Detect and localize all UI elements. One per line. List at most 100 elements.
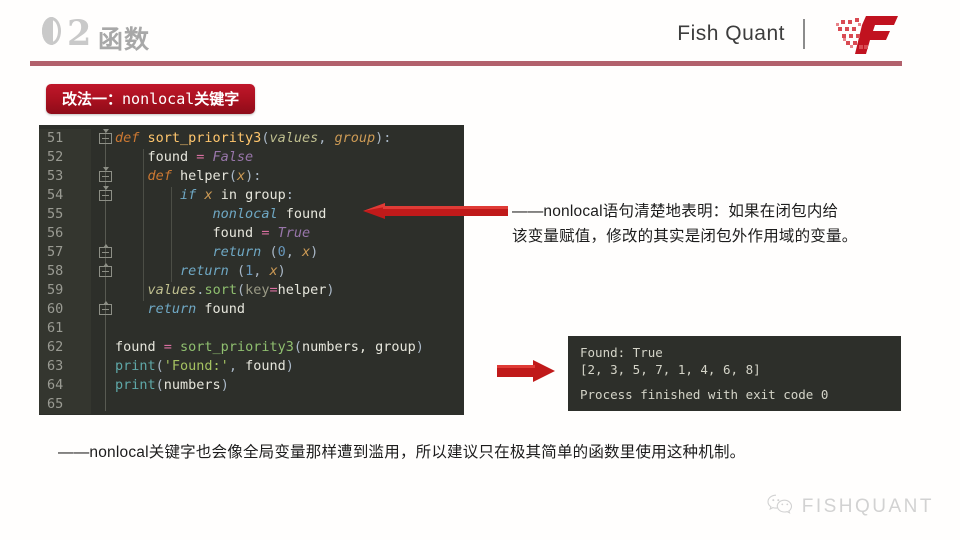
code-token: 0	[277, 244, 286, 260]
code-line-text: found = sort_priority3(numbers, group)	[115, 338, 424, 357]
code-line: 56 found = True	[39, 224, 464, 243]
section-number: 2	[42, 14, 92, 54]
code-token: return	[180, 263, 237, 279]
code-token: (	[228, 168, 237, 184]
code-token: (	[236, 263, 246, 279]
code-line-text: print('Found:', found)	[115, 357, 294, 376]
code-line-number: 60	[47, 301, 64, 317]
tag-keyword: nonlocal	[122, 90, 195, 108]
code-token: in	[220, 187, 246, 203]
wechat-icon	[766, 492, 794, 521]
code-line: 52 found = False	[39, 148, 464, 167]
code-token: (	[293, 339, 302, 355]
code-fold-collapse-icon[interactable]	[99, 167, 112, 182]
code-line-text: found = True	[115, 224, 311, 243]
slide-header: 2 函数 Fish Quant	[0, 0, 960, 66]
code-token: nonlocal	[212, 206, 286, 222]
annotation-arrow-left-icon	[363, 203, 508, 219]
footer-wechat-credit: FISHQUANT	[766, 492, 934, 521]
code-line-number: 53	[47, 168, 64, 184]
code-token: values	[147, 282, 197, 298]
code-line-number: 63	[47, 358, 64, 374]
code-token: )	[277, 263, 286, 279]
code-token: return	[212, 244, 270, 260]
code-line-number: 57	[47, 244, 64, 260]
code-token: ):	[375, 130, 392, 146]
code-line-text: def helper(x):	[115, 167, 262, 186]
code-line-number: 52	[47, 149, 64, 165]
code-token: key	[245, 282, 270, 298]
code-editor-block: 51 def sort_priority3(values, group): 52 f…	[39, 125, 464, 415]
code-token: sort_priority3	[147, 130, 262, 146]
code-token: helper	[277, 282, 327, 298]
code-token: ,	[228, 358, 246, 374]
code-token: False	[212, 149, 254, 165]
code-token: (	[236, 282, 246, 298]
code-token: 'Found:'	[163, 358, 229, 374]
code-line-number: 54	[47, 187, 64, 203]
indent-guide	[171, 187, 172, 282]
indent-guide	[143, 149, 144, 301]
code-token: numbers, group	[301, 339, 416, 355]
code-fold-end-icon[interactable]	[99, 301, 112, 315]
code-token: found	[115, 149, 197, 165]
code-line-text: print(numbers)	[115, 376, 229, 395]
code-fold-end-icon[interactable]	[99, 244, 112, 258]
code-fold-collapse-icon[interactable]	[99, 186, 112, 201]
code-token: x	[302, 244, 311, 260]
code-line-number: 61	[47, 320, 64, 336]
code-token: ):	[245, 168, 262, 184]
code-token: sort	[204, 282, 237, 298]
code-token: def	[115, 130, 148, 146]
code-token: x	[269, 263, 278, 279]
annotation-note-bottom: ——nonlocal关键字也会像全局变量那样遭到滥用，所以建议只在极其简单的函数…	[58, 444, 746, 461]
section-number-text: 2	[67, 13, 93, 54]
code-token: group	[334, 130, 376, 146]
header-divider-rule	[30, 61, 902, 66]
code-fold-end-icon[interactable]	[99, 263, 112, 277]
code-token: ,	[285, 244, 302, 260]
code-line-text: found = False	[115, 148, 254, 167]
code-token: 1	[245, 263, 254, 279]
code-line-number: 64	[47, 377, 64, 393]
code-line-number: 56	[47, 225, 64, 241]
brand-name: Fish Quant	[677, 22, 785, 45]
code-token: (	[155, 377, 164, 393]
code-token: =	[196, 149, 213, 165]
code-line-number: 65	[47, 396, 64, 412]
slide-canvas: 2 函数 Fish Quant 改法一：nonlocal关键字 51 def s…	[0, 0, 960, 540]
code-token: =	[261, 225, 278, 241]
code-token: =	[163, 339, 181, 355]
code-line-text: values.sort(key=helper)	[115, 281, 335, 300]
code-line-number: 55	[47, 206, 64, 222]
code-line-text: return found	[115, 300, 246, 319]
fishquant-f-logo-icon	[836, 14, 902, 56]
code-line-number: 62	[47, 339, 64, 355]
code-token: print	[115, 377, 156, 393]
code-token: ,	[253, 263, 270, 279]
code-token: x	[236, 168, 246, 184]
code-token: return	[147, 301, 205, 317]
tag-prefix: 改法一：	[62, 91, 123, 108]
annotation-arrow-right-icon	[497, 360, 557, 382]
console-line-exit: Process finished with exit code 0	[580, 387, 829, 402]
code-line: 62 found = sort_priority3(numbers, group)	[39, 338, 464, 357]
code-token: (	[269, 244, 278, 260]
annotation-note-right-line2: 该变量赋值，修改的其实是闭包外作用域的变量。	[512, 228, 858, 245]
code-token: ,	[318, 130, 335, 146]
page-title: 函数	[98, 26, 151, 54]
code-line-number: 59	[47, 282, 64, 298]
code-token: def	[147, 168, 181, 184]
code-fold-collapse-icon[interactable]	[99, 129, 112, 144]
code-token: )	[220, 377, 229, 393]
code-line-number: 58	[47, 263, 64, 279]
footer-brand-text: FISHQUANT	[801, 495, 934, 517]
code-token: found	[245, 358, 286, 374]
code-token: )	[326, 282, 335, 298]
code-token: x	[204, 187, 221, 203]
section-number-zero-glyph	[42, 17, 65, 49]
code-token: (	[155, 358, 164, 374]
